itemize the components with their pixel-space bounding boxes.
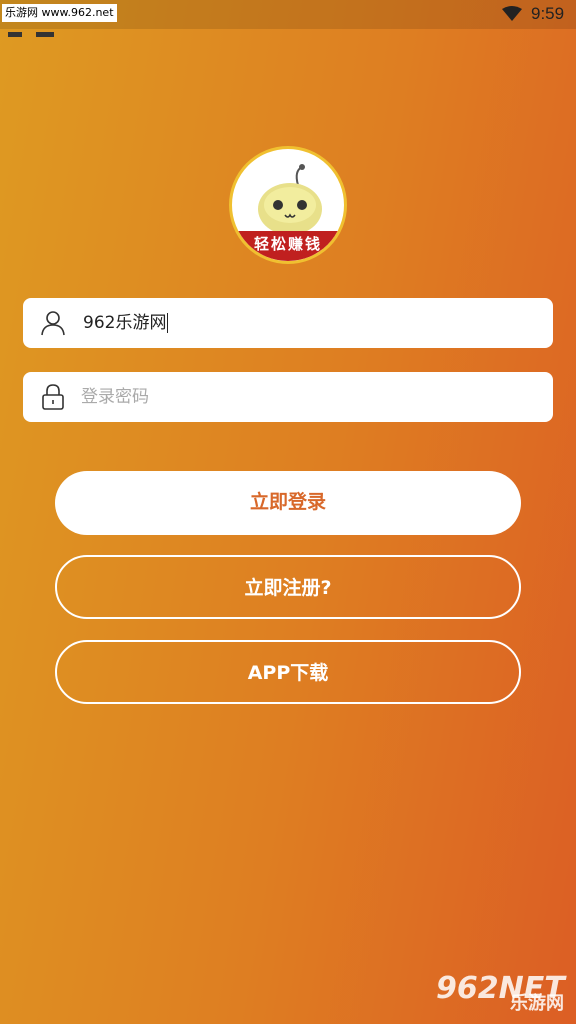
site-watermark: 962NET 乐游网 — [436, 972, 570, 1018]
watermark-site: 乐游网 — [510, 993, 564, 1014]
register-button[interactable]: 立即注册? — [55, 555, 521, 619]
text-caret — [167, 313, 169, 333]
username-field[interactable]: 962乐游网 — [23, 298, 553, 348]
watermark-label: 乐游网 www.962.net — [2, 4, 117, 22]
password-field[interactable] — [23, 372, 553, 422]
password-input[interactable] — [81, 372, 541, 422]
logo-banner: 轻松赚钱 — [232, 231, 344, 261]
status-bar: 乐游网 www.962.net 9:59 — [0, 0, 576, 37]
app-logo: 轻松赚钱 — [229, 146, 347, 264]
notification-icons — [8, 22, 68, 37]
username-value: 962乐游网 — [83, 313, 167, 333]
lock-icon — [42, 384, 64, 410]
username-input[interactable]: 962乐游网 — [83, 298, 169, 348]
user-icon — [41, 311, 65, 336]
app-download-button[interactable]: APP下载 — [55, 640, 521, 704]
clock: 9:59 — [531, 4, 565, 23]
login-button[interactable]: 立即登录 — [55, 471, 521, 535]
wifi-icon — [502, 6, 522, 21]
